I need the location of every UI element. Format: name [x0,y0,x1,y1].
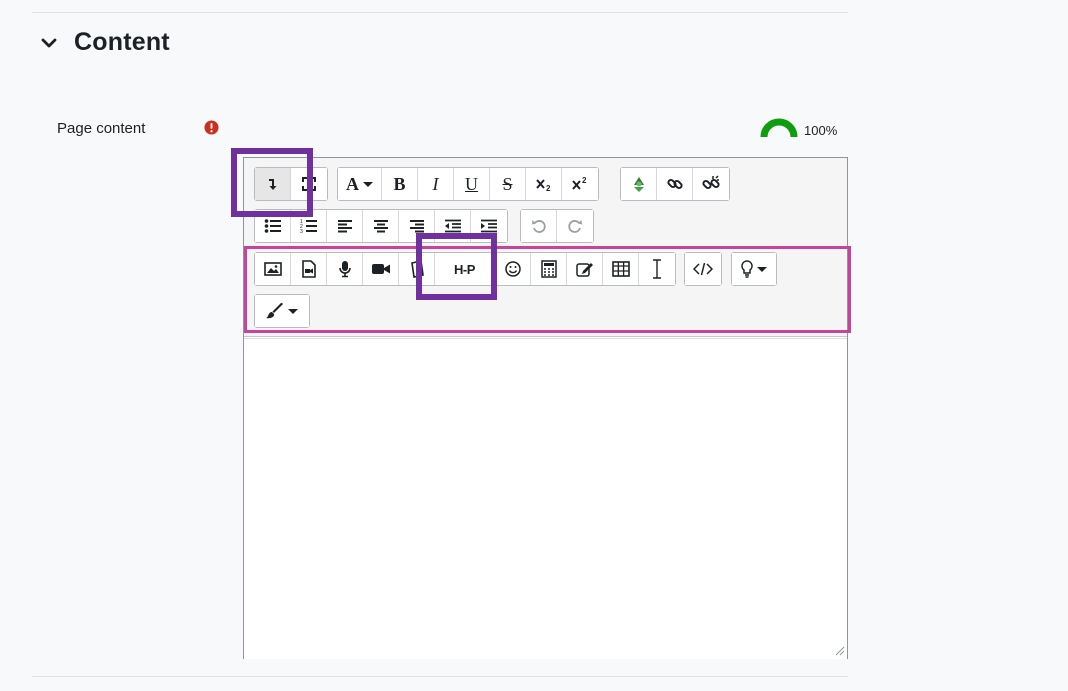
manage-files-button[interactable] [399,253,435,285]
collapse-toolbar-icon [268,179,276,190]
record-video-button[interactable] [363,253,399,285]
font-style-button[interactable]: A [338,168,382,200]
editor-content-area[interactable] [244,338,847,659]
align-right-button[interactable] [399,210,435,242]
html-button[interactable] [685,253,721,285]
link-group [620,167,730,201]
unordered-list-button[interactable] [255,210,291,242]
align-center-button[interactable] [363,210,399,242]
bold-button[interactable]: B [382,168,418,200]
fullscreen-button[interactable] [291,168,327,200]
strikethrough-button[interactable]: S [490,168,526,200]
redo-icon [568,220,582,233]
equation-icon [540,260,557,278]
svg-text:3: 3 [300,229,303,234]
table-button[interactable] [603,253,639,285]
accessibility-checker-button[interactable] [732,253,776,285]
recycle-icon [633,177,644,192]
image-button[interactable] [255,253,291,285]
format-group: A B I U S 2 2 [337,167,599,201]
font-style-icon: A [346,173,359,194]
section-divider-top [32,12,848,13]
italic-icon: I [432,173,439,194]
lightbulb-icon [741,260,753,278]
media-button[interactable] [291,253,327,285]
atto-editor: A B I U S 2 2 1 2 3 H-P [243,157,848,659]
unordered-list-icon [264,219,281,233]
h5p-button[interactable]: H-P [435,253,495,285]
record-video-icon [371,264,390,274]
link-button[interactable] [657,168,693,200]
italic-button[interactable]: I [418,168,454,200]
html-code-icon [693,262,713,276]
html-group [684,252,722,286]
underline-button[interactable]: U [454,168,490,200]
caret-down-icon [363,181,373,187]
table-icon [611,261,630,277]
strikethrough-icon: S [502,173,513,194]
fullscreen-icon [302,177,316,191]
ordered-list-icon: 123 [300,219,317,234]
chevron-down-icon[interactable] [38,32,60,54]
accessibility-progress: 100% [760,118,837,138]
bold-icon: B [393,173,406,194]
emoji-button[interactable] [495,253,531,285]
underline-icon: U [465,173,478,194]
progress-text: 100% [804,123,838,138]
record-audio-icon [338,261,351,278]
recycle-button[interactable] [621,168,657,200]
undo-icon [531,220,546,233]
undo-button[interactable] [521,210,557,242]
accessibility-group [731,252,777,286]
text-cursor-button[interactable] [639,253,675,285]
section-divider-bottom [32,676,848,677]
align-left-button[interactable] [327,210,363,242]
exclamation-circle-icon [204,120,219,135]
collapse-toolbar-button[interactable] [255,168,291,200]
unlink-button[interactable] [693,168,729,200]
progress-gauge-icon [760,118,798,138]
ordered-list-button[interactable]: 123 [291,210,327,242]
media-icon [301,260,316,278]
section-header[interactable]: Content [38,28,170,57]
text-cursor-icon [653,259,661,279]
image-icon [263,262,282,276]
svg-text:2: 2 [546,184,551,192]
h5p-icon: H-P [454,261,475,277]
editor-toolbar: A B I U S 2 2 1 2 3 H-P [244,158,847,337]
align-center-icon [373,220,388,233]
redo-button[interactable] [557,210,593,242]
page-content-label: Page content [57,120,146,137]
indent-button[interactable] [471,210,507,242]
section-title: Content [74,28,170,56]
subscript-icon: 2 [535,179,551,192]
manage-files-icon [410,260,424,278]
brush-icon [266,303,283,319]
resize-handle-icon[interactable] [835,646,845,656]
align-right-icon [409,220,424,233]
outdent-button[interactable] [435,210,471,242]
list-align-group: 123 [254,209,508,243]
style-button[interactable] [255,295,309,327]
style-group [254,294,310,328]
emoji-icon [504,261,521,277]
history-group [520,209,594,243]
superscript-icon: 2 [572,176,587,190]
collapse-group [254,167,328,201]
align-left-icon [337,220,352,233]
annotation-button[interactable] [567,253,603,285]
superscript-button[interactable]: 2 [562,168,598,200]
annotation-icon [575,263,593,277]
indent-icon [481,219,497,233]
equation-button[interactable] [531,253,567,285]
caret-down-icon [288,308,298,314]
unlink-icon [702,175,720,190]
subscript-button[interactable]: 2 [526,168,562,200]
link-icon [666,178,683,190]
media-group: H-P [254,252,676,286]
record-audio-button[interactable] [327,253,363,285]
svg-text:2: 2 [582,176,587,185]
outdent-icon [444,219,461,233]
caret-down-icon [757,266,767,272]
